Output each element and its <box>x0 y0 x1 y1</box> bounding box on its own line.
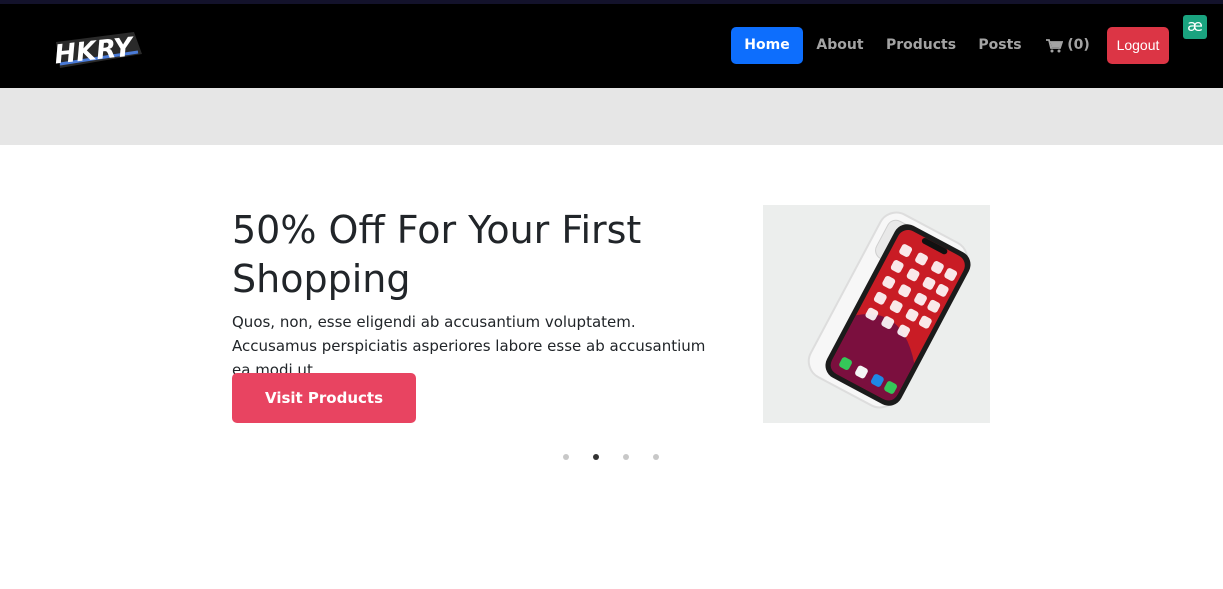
nav-home-link[interactable]: Home <box>731 27 803 64</box>
logo-graphic: HKRY <box>53 32 142 71</box>
nav-products-link[interactable]: Products <box>884 27 958 64</box>
visit-products-button[interactable]: Visit Products <box>232 373 416 423</box>
carousel-dot-2[interactable] <box>593 454 599 460</box>
cart-count: (0) <box>1067 37 1090 53</box>
hero-product-image <box>763 205 990 423</box>
hero-description: Quos, non, esse eligendi ab accusantium … <box>232 313 706 379</box>
nav-posts-link[interactable]: Posts <box>974 27 1026 64</box>
nav-cart-link[interactable]: (0) <box>1042 27 1094 64</box>
navbar: HKRY Home About Products Posts (0) Logou… <box>0 4 1223 88</box>
nav-about-link[interactable]: About <box>812 27 868 64</box>
logout-button[interactable]: Logout <box>1107 27 1169 64</box>
brand-logo[interactable]: HKRY <box>50 24 146 72</box>
carousel-dot-3[interactable] <box>623 454 629 460</box>
carousel-dot-1[interactable] <box>563 454 569 460</box>
logo-text: HKRY <box>53 32 137 70</box>
carousel-dot-4[interactable] <box>653 454 659 460</box>
hero-title: 50% Off For Your First Shopping <box>232 208 642 301</box>
grey-banner-strip <box>0 88 1223 145</box>
cart-icon <box>1046 38 1064 52</box>
extension-icon[interactable]: æ <box>1183 15 1207 39</box>
carousel-indicators <box>560 454 670 462</box>
phone-illustration <box>763 205 990 423</box>
